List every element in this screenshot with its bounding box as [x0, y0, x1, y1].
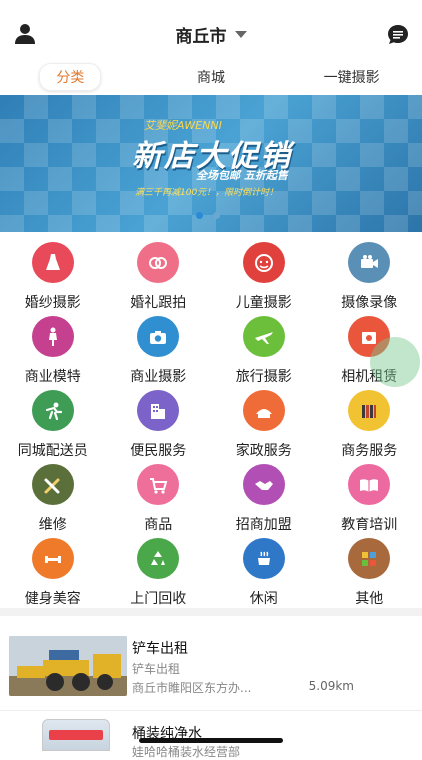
app-header: 商丘市: [0, 0, 422, 62]
listing-subtitle: 铲车出租: [132, 660, 180, 677]
category-label: 家政服务: [236, 440, 292, 460]
category-item[interactable]: 儿童摄影: [211, 238, 317, 312]
carousel-dot[interactable]: [213, 212, 220, 219]
carousel-dot[interactable]: [196, 212, 203, 219]
loader-truck-image: [9, 636, 127, 696]
housekeeping-icon: [243, 390, 285, 431]
listing-title: 铲车出租: [132, 638, 188, 658]
banner-note: 满三千再减100元！，限时倒计时！: [135, 185, 278, 198]
wedding-dress-icon: [32, 242, 74, 283]
dumbbell-icon: [32, 538, 74, 579]
category-label: 其他: [355, 588, 383, 608]
category-item[interactable]: 教育培训: [317, 460, 422, 534]
section-divider: [0, 608, 422, 616]
category-item[interactable]: 上门回收: [106, 534, 212, 608]
chat-bubble-icon[interactable]: [386, 23, 410, 47]
category-label: 便民服务: [130, 440, 186, 460]
category-item[interactable]: 健身美容: [0, 534, 106, 608]
tab-one-click-photo[interactable]: 一键摄影: [281, 62, 422, 92]
category-item[interactable]: 维修: [0, 460, 106, 534]
category-label: 婚纱摄影: [25, 292, 81, 312]
category-label: 休闲: [250, 588, 278, 608]
listing-subtitle: 娃哈哈桶装水经营部: [132, 743, 240, 760]
coffee-icon: [243, 538, 285, 579]
business-icon: [348, 390, 390, 431]
top-tabs: 分类 商城 一键摄影: [0, 62, 422, 92]
book-icon: [348, 464, 390, 505]
category-item[interactable]: 其他: [317, 534, 422, 608]
category-label: 招商加盟: [236, 514, 292, 534]
category-label: 旅行摄影: [236, 366, 292, 386]
tools-icon: [32, 464, 74, 505]
category-item[interactable]: 家政服务: [211, 386, 317, 460]
camera-icon: [137, 316, 179, 357]
category-label: 婚礼跟拍: [130, 292, 186, 312]
category-item[interactable]: 便民服务: [106, 386, 212, 460]
windmill-icon: [348, 538, 390, 579]
category-item[interactable]: 摄像录像: [317, 238, 422, 312]
category-item[interactable]: 婚礼跟拍: [106, 238, 212, 312]
water-bucket-image: [42, 719, 110, 751]
floating-assist-button[interactable]: [370, 337, 420, 387]
category-item[interactable]: 商品: [106, 460, 212, 534]
category-item[interactable]: 婚纱摄影: [0, 238, 106, 312]
category-item[interactable]: 招商加盟: [211, 460, 317, 534]
carousel-indicator: [196, 212, 220, 219]
category-item[interactable]: 休闲: [211, 534, 317, 608]
category-label: 维修: [39, 514, 67, 534]
category-item[interactable]: 商业模特: [0, 312, 106, 386]
tab-mall[interactable]: 商城: [141, 62, 282, 92]
category-item[interactable]: 旅行摄影: [211, 312, 317, 386]
tab-category[interactable]: 分类: [0, 62, 141, 92]
city-selector[interactable]: 商丘市: [176, 22, 247, 47]
listing-item[interactable]: 铲车出租 铲车出租 商丘市睢阳区东方办... 5.09km: [0, 628, 422, 704]
category-label: 健身美容: [25, 588, 81, 608]
courier-icon: [32, 390, 74, 431]
rings-icon: [137, 242, 179, 283]
listing-distance: 5.09km: [309, 679, 354, 693]
listing-address: 商丘市睢阳区东方办...: [132, 679, 251, 696]
user-icon[interactable]: [14, 23, 36, 45]
category-label: 商业摄影: [130, 366, 186, 386]
category-item[interactable]: 商务服务: [317, 386, 422, 460]
category-label: 商业模特: [25, 366, 81, 386]
handshake-icon: [243, 464, 285, 505]
category-grid: 婚纱摄影婚礼跟拍儿童摄影摄像录像商业模特商业摄影旅行摄影相机租赁同城配送员便民服…: [0, 238, 422, 608]
banner-subtitle: 全场包邮 五折起售: [196, 167, 288, 183]
category-label: 摄像录像: [341, 292, 397, 312]
category-item[interactable]: 商业摄影: [106, 312, 212, 386]
category-label: 商务服务: [341, 440, 397, 460]
airplane-icon: [243, 316, 285, 357]
listing-item[interactable]: 桶装纯净水 娃哈哈桶装水经营部: [0, 710, 422, 750]
category-label: 教育培训: [341, 514, 397, 534]
chevron-down-icon: [235, 31, 247, 38]
video-camera-icon: [348, 242, 390, 283]
category-label: 儿童摄影: [236, 292, 292, 312]
category-label: 同城配送员: [18, 440, 88, 460]
category-label: 上门回收: [130, 588, 186, 608]
building-icon: [137, 390, 179, 431]
recycle-icon: [137, 538, 179, 579]
shopping-cart-icon: [137, 464, 179, 505]
model-icon: [32, 316, 74, 357]
category-item[interactable]: 同城配送员: [0, 386, 106, 460]
city-label: 商丘市: [176, 22, 227, 47]
baby-face-icon: [243, 242, 285, 283]
home-indicator: [139, 738, 283, 743]
category-label: 商品: [144, 514, 172, 534]
